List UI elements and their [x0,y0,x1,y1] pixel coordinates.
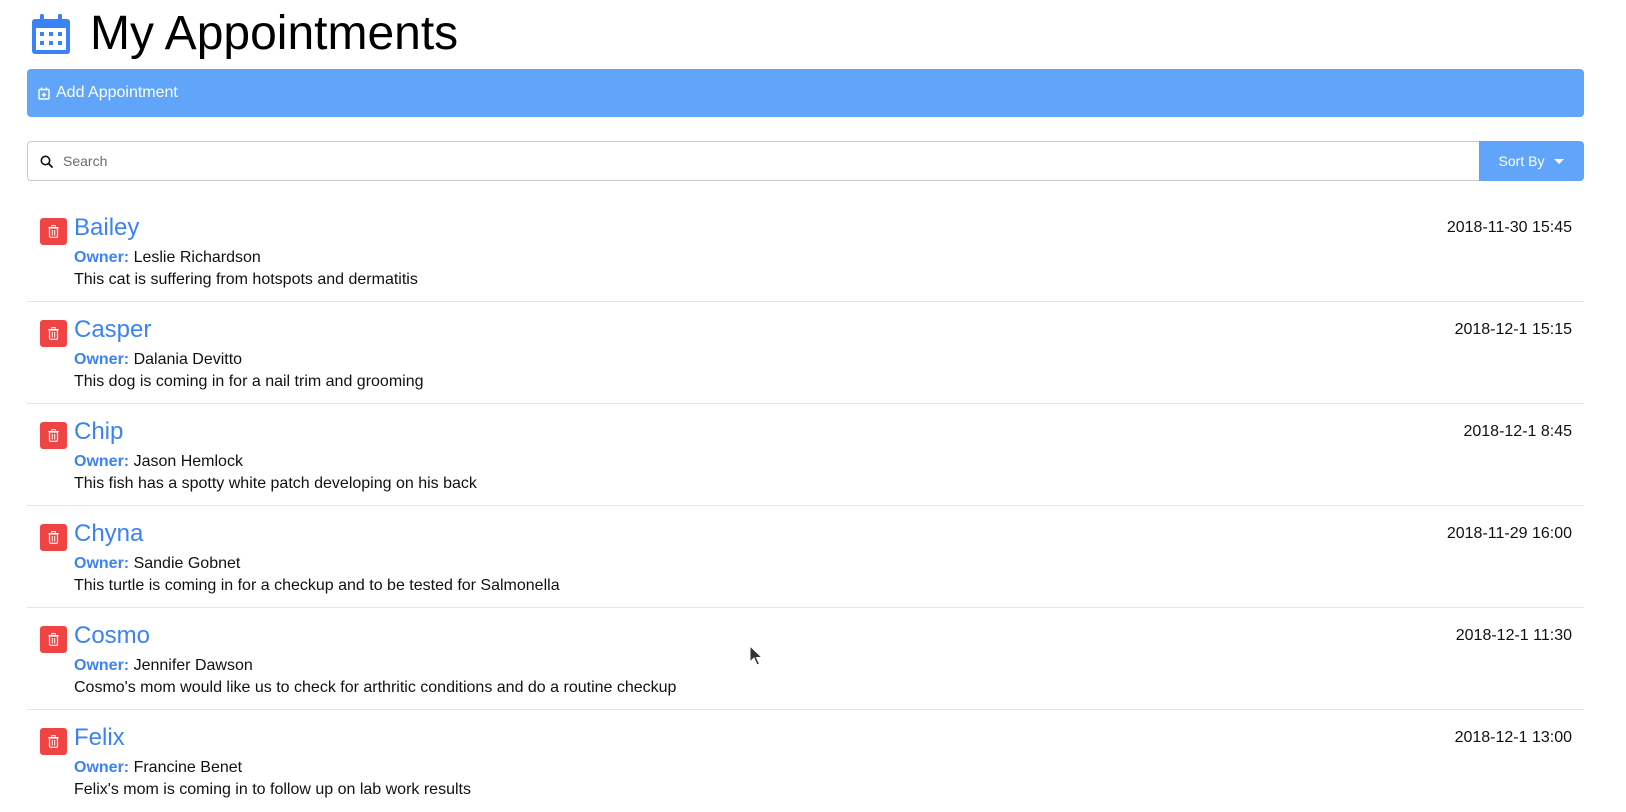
appointment-notes: This dog is coming in for a nail trim an… [74,373,424,390]
mouse-cursor-icon [749,645,763,666]
owner-line: Owner: Jennifer Dawson [74,657,253,675]
owner-label: Owner: [74,657,130,674]
pet-name[interactable]: Bailey [74,213,139,243]
appointment-date: 2018-12-1 8:45 [1463,423,1572,440]
appointment-item: Bailey 2018-11-30 15:45 Owner: Leslie Ri… [27,200,1584,302]
owner-name: Dalania Devitto [133,351,243,368]
page-header: My Appointments [30,6,458,62]
page-title: My Appointments [90,7,459,60]
appointment-notes: This turtle is coming in for a checkup a… [74,577,560,594]
delete-button[interactable] [40,524,67,551]
owner-name: Francine Benet [133,759,243,776]
appointment-list: Bailey 2018-11-30 15:45 Owner: Leslie Ri… [27,200,1584,812]
appointment-notes: Cosmo's mom would like us to check for a… [74,679,677,696]
sort-by-dropdown[interactable]: Sort By [1479,141,1584,181]
owner-name: Sandie Gobnet [133,555,241,572]
search-icon [40,155,53,168]
search-box [27,141,1479,181]
delete-button[interactable] [40,218,67,245]
pet-name[interactable]: Casper [74,315,151,345]
appointment-date: 2018-11-30 15:45 [1446,219,1572,236]
trash-icon [48,429,59,442]
appointment-date: 2018-12-1 11:30 [1455,627,1572,644]
appointment-date: 2018-11-29 16:00 [1446,525,1572,542]
pet-name[interactable]: Felix [74,723,125,753]
appointment-notes: This fish has a spotty white patch devel… [74,475,477,492]
appointment-item: Casper 2018-12-1 15:15 Owner: Dalania De… [27,302,1584,404]
owner-label: Owner: [74,249,130,266]
appointment-item: Chyna 2018-11-29 16:00 Owner: Sandie Gob… [27,506,1584,608]
appointment-item: Chip 2018-12-1 8:45 Owner: Jason Hemlock… [27,404,1584,506]
add-appointment-button[interactable]: Add Appointment [27,69,1584,117]
search-bar: Sort By [27,141,1584,181]
delete-button[interactable] [40,320,67,347]
caret-down-icon [1554,158,1565,164]
pet-name[interactable]: Chip [74,417,123,447]
owner-line: Owner: Leslie Richardson [74,249,261,267]
trash-icon [48,531,59,544]
appointment-item: Felix 2018-12-1 13:00 Owner: Francine Be… [27,710,1584,812]
calendar-plus-icon [38,87,50,100]
appointment-item: Cosmo 2018-12-1 11:30 Owner: Jennifer Da… [27,608,1584,710]
owner-name: Leslie Richardson [133,249,261,266]
appointment-notes: This cat is suffering from hotspots and … [74,271,418,288]
appointment-date: 2018-12-1 15:15 [1454,321,1572,338]
owner-label: Owner: [74,759,130,776]
trash-icon [48,225,59,238]
appointment-date: 2018-12-1 13:00 [1454,729,1572,746]
sort-by-label: Sort By [1498,153,1545,169]
owner-line: Owner: Jason Hemlock [74,453,243,471]
pet-name[interactable]: Chyna [74,519,143,549]
owner-name: Jason Hemlock [133,453,243,470]
search-input[interactable] [61,142,1479,180]
owner-label: Owner: [74,453,130,470]
pet-name[interactable]: Cosmo [74,621,150,651]
owner-line: Owner: Dalania Devitto [74,351,242,369]
owner-line: Owner: Sandie Gobnet [74,555,240,573]
calendar-icon [32,14,70,54]
delete-button[interactable] [40,422,67,449]
trash-icon [48,735,59,748]
trash-icon [48,327,59,340]
delete-button[interactable] [40,728,67,755]
owner-label: Owner: [74,555,130,572]
delete-button[interactable] [40,626,67,653]
owner-line: Owner: Francine Benet [74,759,242,777]
trash-icon [48,633,59,646]
owner-name: Jennifer Dawson [133,657,253,674]
owner-label: Owner: [74,351,130,368]
appointment-notes: Felix's mom is coming in to follow up on… [74,781,471,798]
add-appointment-label: Add Appointment [56,84,178,101]
